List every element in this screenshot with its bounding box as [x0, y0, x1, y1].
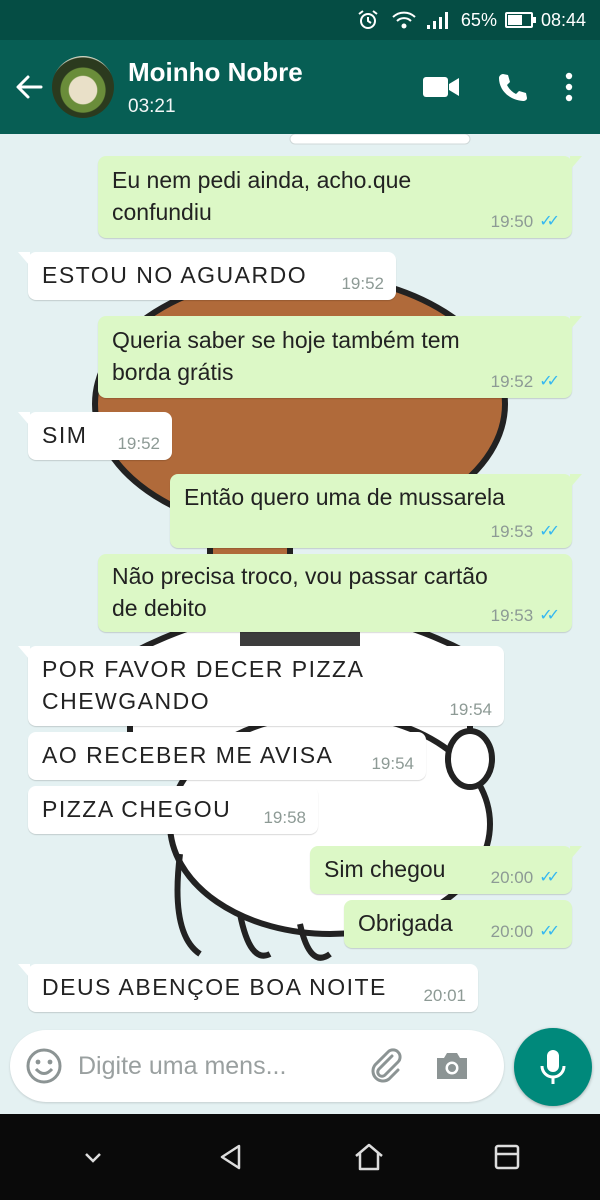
- back-triangle-icon: [220, 1144, 241, 1170]
- read-ticks-icon: ✓✓: [539, 373, 560, 390]
- emoji-icon: [26, 1048, 62, 1084]
- status-bar: 65% 08:44: [0, 0, 600, 40]
- message-outgoing[interactable]: Eu nem pedi ainda, acho.que confundiu 19…: [98, 156, 582, 238]
- message-incoming[interactable]: POR FAVOR DECER PIZZA CHEWGANDO 19:54: [18, 646, 504, 726]
- battery-percent: 65%: [460, 9, 497, 30]
- message-time: 19:54: [449, 700, 492, 719]
- voice-call-button[interactable]: [496, 71, 528, 103]
- read-ticks-icon: ✓✓: [539, 213, 560, 230]
- message-time: 19:52: [341, 274, 384, 293]
- attach-button[interactable]: [364, 1044, 408, 1088]
- more-options-icon: [565, 72, 573, 102]
- message-incoming[interactable]: DEUS ABENÇOE BOA NOITE 20:01: [18, 964, 478, 1012]
- contact-name: Moinho Nobre: [128, 56, 303, 87]
- nav-recents-button[interactable]: [477, 1127, 537, 1187]
- message-outgoing[interactable]: Sim chegou 20:00 ✓✓: [310, 846, 582, 894]
- composer: [10, 1030, 504, 1102]
- emoji-button[interactable]: [24, 1046, 64, 1086]
- message-time: 20:01: [423, 986, 466, 1005]
- message-time: 19:53: [490, 522, 534, 541]
- nav-home-button[interactable]: [339, 1127, 399, 1187]
- signal-icon: [425, 9, 453, 31]
- camera-icon: [437, 1053, 467, 1079]
- phone-call-icon: [499, 74, 527, 101]
- nav-back-button[interactable]: [201, 1127, 261, 1187]
- contact-info[interactable]: Moinho Nobre 03:21: [128, 57, 303, 118]
- nav-hide-button[interactable]: [63, 1127, 123, 1187]
- paperclip-icon: [371, 1048, 402, 1083]
- back-button[interactable]: [6, 57, 52, 117]
- message-incoming[interactable]: PIZZA CHEGOU 19:58: [28, 786, 318, 834]
- chat-area[interactable]: Eu nem pedi ainda, acho.que confundiu 19…: [0, 134, 600, 1026]
- message-time: 20:00: [490, 868, 534, 887]
- message-input[interactable]: [78, 1051, 358, 1081]
- message-text: DEUS ABENÇOE BOA NOITE: [42, 974, 387, 1000]
- message-time: 19:52: [117, 434, 160, 453]
- message-outgoing[interactable]: Então quero uma de mussarela 19:53 ✓✓: [170, 474, 582, 548]
- message-text: AO RECEBER ME AVISA: [42, 742, 334, 768]
- message-time: 20:00: [490, 922, 534, 941]
- contact-subtitle: 03:21: [128, 95, 176, 117]
- avatar[interactable]: [52, 56, 114, 118]
- chevron-down-icon: [85, 1153, 101, 1163]
- clock: 08:44: [540, 9, 586, 30]
- message-time: 19:58: [263, 808, 306, 827]
- chat-header: Moinho Nobre 03:21: [0, 40, 600, 134]
- video-call-icon: [423, 77, 459, 97]
- read-ticks-icon: ✓✓: [539, 607, 560, 624]
- message-time: 19:53: [490, 606, 534, 625]
- message-outgoing[interactable]: Não precisa troco, vou passar cartão de …: [98, 554, 572, 632]
- message-text: Eu nem pedi ainda, acho.que: [112, 167, 412, 193]
- message-text: ESTOU NO AGUARDO: [42, 262, 308, 288]
- back-arrow-icon: [16, 75, 43, 99]
- message-text: POR FAVOR DECER PIZZA: [42, 656, 365, 682]
- message-time: 19:54: [371, 754, 414, 773]
- wifi-icon: [391, 9, 417, 31]
- read-ticks-icon: ✓✓: [539, 923, 560, 940]
- message-outgoing[interactable]: Obrigada 20:00 ✓✓: [344, 900, 572, 948]
- alarm-icon: [357, 9, 383, 31]
- microphone-icon: [540, 1050, 566, 1084]
- message-text: Então quero uma de mussarela: [184, 484, 505, 510]
- message-text: Não precisa troco, vou passar cartão: [112, 563, 488, 589]
- composer-bar: [0, 1026, 600, 1114]
- message-time: 19:50: [490, 212, 534, 231]
- recents-icon: [494, 1144, 520, 1170]
- message-incoming[interactable]: SIM 19:52: [18, 412, 172, 460]
- message-text: CHEWGANDO: [42, 688, 211, 714]
- read-ticks-icon: ✓✓: [539, 523, 560, 540]
- video-call-button[interactable]: [422, 74, 460, 100]
- message-incoming[interactable]: AO RECEBER ME AVISA 19:54: [28, 732, 426, 780]
- system-nav-bar: [0, 1114, 600, 1200]
- battery-icon: [504, 12, 536, 28]
- more-options-button[interactable]: [564, 71, 574, 103]
- message-text: Queria saber se hoje também tem: [112, 327, 460, 353]
- microphone-button[interactable]: [514, 1028, 592, 1106]
- message-incoming[interactable]: ESTOU NO AGUARDO 19:52: [18, 252, 396, 300]
- read-ticks-icon: ✓✓: [539, 869, 560, 886]
- message-outgoing[interactable]: Queria saber se hoje também tem borda gr…: [98, 316, 582, 398]
- home-icon: [355, 1143, 383, 1171]
- camera-button[interactable]: [430, 1044, 474, 1088]
- message-time: 19:52: [490, 372, 534, 391]
